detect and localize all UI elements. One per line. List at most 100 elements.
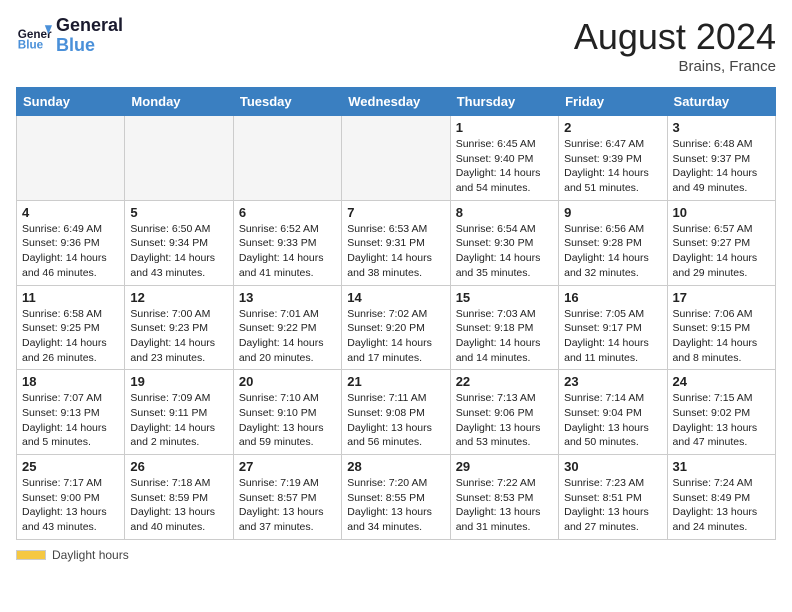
day-number: 25 (22, 459, 119, 474)
logo: General Blue GeneralBlue (16, 16, 123, 56)
calendar-body: 1 Sunrise: 6:45 AM Sunset: 9:40 PM Daylig… (17, 116, 776, 540)
calendar-day-cell: 2 Sunrise: 6:47 AM Sunset: 9:39 PM Daylig… (559, 116, 667, 201)
calendar-day-cell: 12 Sunrise: 7:00 AM Sunset: 9:23 PM Dayli… (125, 285, 233, 370)
weekday-header-cell: Tuesday (233, 88, 341, 116)
header: General Blue GeneralBlue August 2024 Bra… (16, 16, 776, 75)
day-info: Sunrise: 6:45 AM Sunset: 9:40 PM Dayligh… (456, 137, 553, 196)
calendar-day-cell: 20Sunrise: 7:10 AM Sunset: 9:10 PM Dayli… (233, 370, 341, 455)
day-number: 4 (22, 205, 119, 220)
day-info: Sunrise: 7:15 AM Sunset: 9:02 PM Dayligh… (673, 391, 770, 450)
day-number: 17 (673, 290, 770, 305)
daylight-label: Daylight hours (52, 548, 129, 562)
calendar-day-cell: 19Sunrise: 7:09 AM Sunset: 9:11 PM Dayli… (125, 370, 233, 455)
day-info: Sunrise: 7:17 AM Sunset: 9:00 PM Dayligh… (22, 476, 119, 535)
calendar-day-cell: 14 Sunrise: 7:02 AM Sunset: 9:20 PM Dayli… (342, 285, 450, 370)
day-number: 5 (130, 205, 227, 220)
day-info: Sunrise: 7:13 AM Sunset: 9:06 PM Dayligh… (456, 391, 553, 450)
calendar-table: SundayMondayTuesdayWednesdayThursdayFrid… (16, 87, 776, 540)
footer-note: Daylight hours (16, 548, 776, 562)
day-info: Sunrise: 6:56 AM Sunset: 9:28 PM Dayligh… (564, 222, 661, 281)
calendar-day-cell: 16Sunrise: 7:05 AM Sunset: 9:17 PM Dayli… (559, 285, 667, 370)
day-number: 13 (239, 290, 336, 305)
day-number: 14 (347, 290, 444, 305)
month-year-title: August 2024 (574, 16, 776, 58)
day-info: Sunrise: 6:53 AM Sunset: 9:31 PM Dayligh… (347, 222, 444, 281)
day-info: Sunrise: 7:03 AM Sunset: 9:18 PM Dayligh… (456, 307, 553, 366)
day-number: 23 (564, 374, 661, 389)
svg-text:Blue: Blue (18, 38, 44, 51)
calendar-day-cell: 27Sunrise: 7:19 AM Sunset: 8:57 PM Dayli… (233, 455, 341, 540)
calendar-day-cell: 15 Sunrise: 7:03 AM Sunset: 9:18 PM Dayli… (450, 285, 558, 370)
day-number: 8 (456, 205, 553, 220)
day-info: Sunrise: 7:10 AM Sunset: 9:10 PM Dayligh… (239, 391, 336, 450)
day-info: Sunrise: 7:01 AM Sunset: 9:22 PM Dayligh… (239, 307, 336, 366)
calendar-day-cell: 18 Sunrise: 7:07 AM Sunset: 9:13 PM Dayli… (17, 370, 125, 455)
day-number: 26 (130, 459, 227, 474)
day-info: Sunrise: 7:22 AM Sunset: 8:53 PM Dayligh… (456, 476, 553, 535)
day-number: 27 (239, 459, 336, 474)
day-info: Sunrise: 7:11 AM Sunset: 9:08 PM Dayligh… (347, 391, 444, 450)
calendar-day-cell (17, 116, 125, 201)
day-info: Sunrise: 7:07 AM Sunset: 9:13 PM Dayligh… (22, 391, 119, 450)
calendar-day-cell: 5Sunrise: 6:50 AM Sunset: 9:34 PM Daylig… (125, 200, 233, 285)
day-info: Sunrise: 6:57 AM Sunset: 9:27 PM Dayligh… (673, 222, 770, 281)
calendar-day-cell: 9 Sunrise: 6:56 AM Sunset: 9:28 PM Daylig… (559, 200, 667, 285)
day-info: Sunrise: 7:24 AM Sunset: 8:49 PM Dayligh… (673, 476, 770, 535)
day-info: Sunrise: 6:49 AM Sunset: 9:36 PM Dayligh… (22, 222, 119, 281)
day-info: Sunrise: 7:20 AM Sunset: 8:55 PM Dayligh… (347, 476, 444, 535)
weekday-header-cell: Thursday (450, 88, 558, 116)
day-number: 11 (22, 290, 119, 305)
weekday-header-cell: Wednesday (342, 88, 450, 116)
day-info: Sunrise: 7:23 AM Sunset: 8:51 PM Dayligh… (564, 476, 661, 535)
weekday-header-cell: Saturday (667, 88, 775, 116)
calendar-week-row: 18 Sunrise: 7:07 AM Sunset: 9:13 PM Dayli… (17, 370, 776, 455)
day-number: 1 (456, 120, 553, 135)
calendar-day-cell: 24 Sunrise: 7:15 AM Sunset: 9:02 PM Dayli… (667, 370, 775, 455)
day-number: 2 (564, 120, 661, 135)
day-info: Sunrise: 6:47 AM Sunset: 9:39 PM Dayligh… (564, 137, 661, 196)
day-number: 15 (456, 290, 553, 305)
day-number: 16 (564, 290, 661, 305)
calendar-day-cell (233, 116, 341, 201)
calendar-day-cell: 8Sunrise: 6:54 AM Sunset: 9:30 PM Daylig… (450, 200, 558, 285)
calendar-day-cell: 6Sunrise: 6:52 AM Sunset: 9:33 PM Daylig… (233, 200, 341, 285)
day-number: 10 (673, 205, 770, 220)
day-number: 6 (239, 205, 336, 220)
day-number: 19 (130, 374, 227, 389)
day-info: Sunrise: 7:06 AM Sunset: 9:15 PM Dayligh… (673, 307, 770, 366)
day-number: 31 (673, 459, 770, 474)
day-info: Sunrise: 7:00 AM Sunset: 9:23 PM Dayligh… (130, 307, 227, 366)
weekday-header-row: SundayMondayTuesdayWednesdayThursdayFrid… (17, 88, 776, 116)
day-number: 24 (673, 374, 770, 389)
logo-icon: General Blue (16, 18, 52, 54)
calendar-day-cell: 28 Sunrise: 7:20 AM Sunset: 8:55 PM Dayli… (342, 455, 450, 540)
calendar-day-cell: 11Sunrise: 6:58 AM Sunset: 9:25 PM Dayli… (17, 285, 125, 370)
day-info: Sunrise: 6:48 AM Sunset: 9:37 PM Dayligh… (673, 137, 770, 196)
day-info: Sunrise: 7:18 AM Sunset: 8:59 PM Dayligh… (130, 476, 227, 535)
calendar-day-cell (125, 116, 233, 201)
calendar-day-cell: 30Sunrise: 7:23 AM Sunset: 8:51 PM Dayli… (559, 455, 667, 540)
calendar-day-cell: 23Sunrise: 7:14 AM Sunset: 9:04 PM Dayli… (559, 370, 667, 455)
day-info: Sunrise: 7:02 AM Sunset: 9:20 PM Dayligh… (347, 307, 444, 366)
calendar-day-cell: 31 Sunrise: 7:24 AM Sunset: 8:49 PM Dayli… (667, 455, 775, 540)
day-number: 9 (564, 205, 661, 220)
calendar-day-cell (342, 116, 450, 201)
calendar-week-row: 11Sunrise: 6:58 AM Sunset: 9:25 PM Dayli… (17, 285, 776, 370)
calendar-day-cell: 10 Sunrise: 6:57 AM Sunset: 9:27 PM Dayli… (667, 200, 775, 285)
calendar-day-cell: 26 Sunrise: 7:18 AM Sunset: 8:59 PM Dayli… (125, 455, 233, 540)
day-number: 21 (347, 374, 444, 389)
day-number: 28 (347, 459, 444, 474)
calendar-day-cell: 13 Sunrise: 7:01 AM Sunset: 9:22 PM Dayli… (233, 285, 341, 370)
calendar-day-cell: 4 Sunrise: 6:49 AM Sunset: 9:36 PM Daylig… (17, 200, 125, 285)
day-number: 22 (456, 374, 553, 389)
calendar-day-cell: 7Sunrise: 6:53 AM Sunset: 9:31 PM Daylig… (342, 200, 450, 285)
day-number: 29 (456, 459, 553, 474)
calendar-day-cell: 17 Sunrise: 7:06 AM Sunset: 9:15 PM Dayli… (667, 285, 775, 370)
calendar-day-cell: 21 Sunrise: 7:11 AM Sunset: 9:08 PM Dayli… (342, 370, 450, 455)
calendar-week-row: 1 Sunrise: 6:45 AM Sunset: 9:40 PM Daylig… (17, 116, 776, 201)
weekday-header-cell: Friday (559, 88, 667, 116)
day-number: 18 (22, 374, 119, 389)
weekday-header-cell: Monday (125, 88, 233, 116)
day-number: 12 (130, 290, 227, 305)
calendar-day-cell: 3Sunrise: 6:48 AM Sunset: 9:37 PM Daylig… (667, 116, 775, 201)
